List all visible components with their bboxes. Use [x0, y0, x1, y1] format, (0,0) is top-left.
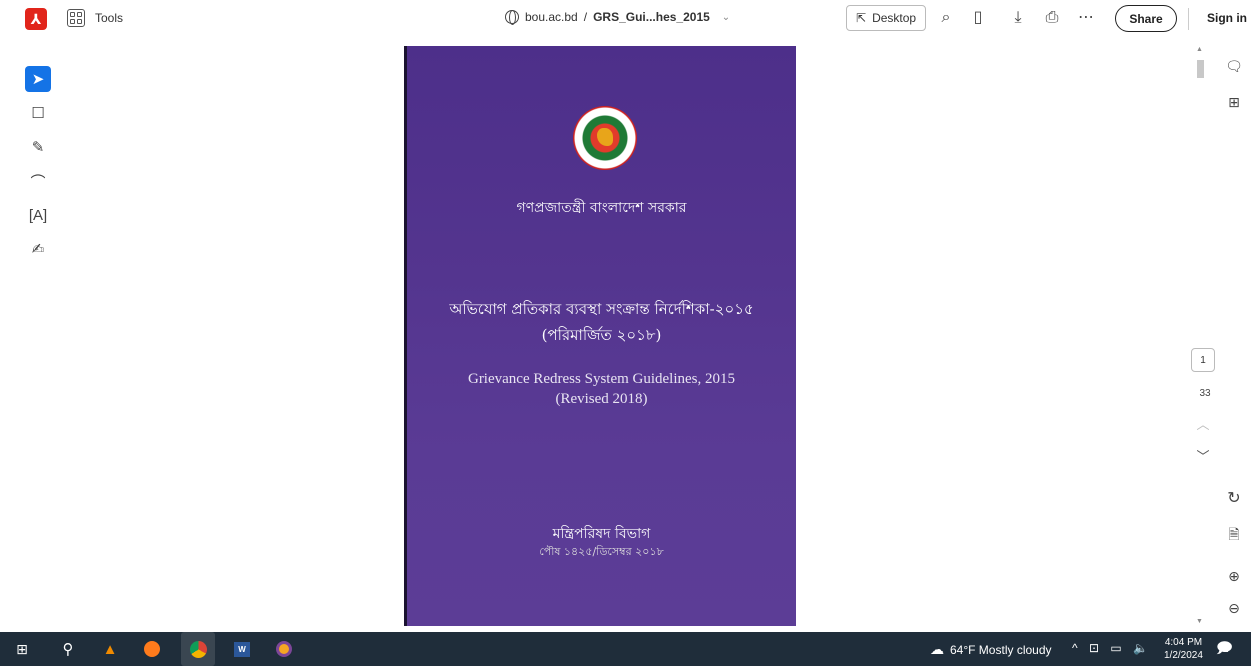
network-icon[interactable]: ⊡: [1089, 641, 1103, 655]
open-in-desktop-button[interactable]: ⇱ Desktop: [846, 5, 927, 31]
scroll-up-arrow-icon[interactable]: ▲: [1196, 46, 1203, 53]
comments-panel-icon[interactable]: 🗨: [1221, 58, 1247, 75]
acrobat-logo-icon[interactable]: ⅄: [25, 8, 47, 30]
scroll-down-arrow-icon[interactable]: ▼: [1196, 618, 1203, 625]
chevron-up-icon[interactable]: ^: [1072, 641, 1082, 655]
thumbnails-grid-icon[interactable]: ⊞: [1221, 94, 1247, 111]
highlight-pen-icon[interactable]: ✎: [25, 134, 51, 160]
zoom-out-icon[interactable]: ⊖: [1221, 600, 1247, 617]
sign-fill-icon[interactable]: ✍: [25, 236, 51, 262]
right-toolbar: 🗨 ⊞ ↻ 🗎 ⊕ ⊖: [1221, 54, 1251, 624]
previous-page-icon[interactable]: ︿: [1192, 414, 1214, 433]
text-box-icon[interactable]: [A]: [25, 202, 51, 228]
globe-icon: [505, 10, 519, 25]
bengali-government-heading: গণপ্রজাতন্ত্রী বাংলাদেশ সরকার: [516, 200, 687, 216]
search-icon[interactable]: ⚲: [58, 639, 78, 659]
breadcrumb: bou.ac.bd / GRS_Gui...hes_2015 ⌄: [505, 10, 730, 25]
english-title: Grievance Redress System Guidelines, 201…: [467, 371, 736, 387]
notification-center-icon[interactable]: 🗩 2: [1216, 638, 1233, 663]
breadcrumb-separator: /: [583, 10, 588, 24]
tor-browser-icon[interactable]: [274, 639, 294, 659]
search-icon[interactable]: ⌕: [936, 8, 956, 28]
firefox-icon[interactable]: [142, 639, 162, 659]
bengali-title: অভিযোগ প্রতিকার ব্যবস্থা সংক্রান্ত নির্দ…: [449, 300, 754, 318]
divider: [1188, 8, 1189, 30]
volume-icon[interactable]: 🔈: [1133, 641, 1152, 655]
download-icon[interactable]: ⤓: [1008, 8, 1028, 28]
share-button[interactable]: Share: [1115, 5, 1177, 32]
page-thumbnails-icon[interactable]: ▯: [968, 8, 988, 28]
vertical-scrollbar[interactable]: ▲ ▼: [1195, 42, 1205, 632]
weather-widget[interactable]: ☁ 64°F Mostly cloudy: [930, 641, 1052, 658]
windows-start-icon[interactable]: ⊞: [12, 639, 32, 659]
chevron-down-icon[interactable]: ⌄: [722, 12, 730, 23]
current-page-input[interactable]: 1: [1191, 348, 1215, 372]
chrome-icon[interactable]: [181, 632, 215, 666]
windows-taskbar: ⊞ ⚲ ▲ W ☁ 64°F Mostly cloudy ^ ⊡ ▭ 🔈 4:0…: [0, 632, 1251, 666]
next-page-icon[interactable]: ﹀: [1192, 446, 1214, 465]
government-seal-logo: [573, 106, 637, 170]
domain-label[interactable]: bou.ac.bd: [525, 10, 578, 24]
total-pages-label: 33: [1199, 388, 1211, 399]
system-tray[interactable]: ^ ⊡ ▭ 🔈: [1072, 641, 1152, 655]
tools-button[interactable]: Tools: [95, 11, 123, 25]
left-toolbar: ➤ ☐ ✎ ⌒ [A] ✍: [23, 62, 53, 272]
document-viewer: ➤ ☐ ✎ ⌒ [A] ✍ গণপ্রজাতন্ত্রী বাংলাদেশ সর…: [0, 42, 1251, 632]
sign-in-button[interactable]: Sign in: [1207, 11, 1247, 25]
notification-count: 2: [1224, 645, 1229, 654]
zoom-in-icon[interactable]: ⊕: [1221, 568, 1247, 585]
clock-date: 1/2/2024: [1164, 650, 1203, 661]
display-icon[interactable]: ▭: [1110, 641, 1125, 655]
draw-freehand-icon[interactable]: ⌒: [25, 168, 51, 194]
tools-grid-icon[interactable]: [67, 9, 85, 27]
print-icon[interactable]: ⎙: [1042, 8, 1062, 28]
app-header: ⅄ Tools bou.ac.bd / GRS_Gui...hes_2015 ⌄…: [0, 0, 1251, 42]
filename-label[interactable]: GRS_Gui...hes_2015: [593, 10, 710, 24]
select-cursor-icon[interactable]: ➤: [25, 66, 51, 92]
english-subtitle: (Revised 2018): [555, 391, 648, 407]
external-link-icon: ⇱: [856, 11, 867, 25]
word-icon[interactable]: W: [232, 639, 252, 659]
page-manage-icon[interactable]: 🗎: [1221, 524, 1247, 548]
rotate-icon[interactable]: ↻: [1221, 488, 1247, 508]
pdf-page[interactable]: গণপ্রজাতন্ত্রী বাংলাদেশ সরকার অভিযোগ প্র…: [404, 46, 796, 626]
add-comment-icon[interactable]: ☐: [25, 100, 51, 126]
more-options-icon[interactable]: ⋯: [1076, 8, 1096, 28]
weather-text: 64°F Mostly cloudy: [950, 642, 1052, 657]
system-clock[interactable]: 4:04 PM 1/2/2024: [1164, 636, 1203, 662]
bengali-date: পৌষ ১৪২৫/ডিসেম্বর ২০১৮: [539, 545, 664, 558]
bengali-subtitle: (পরিমার্জিত ২০১৮): [541, 326, 662, 344]
scrollbar-thumb[interactable]: [1197, 60, 1204, 78]
desktop-label: Desktop: [872, 11, 917, 25]
vlc-icon[interactable]: ▲: [100, 639, 120, 659]
clock-time: 4:04 PM: [1164, 637, 1203, 648]
cloudy-weather-icon: ☁: [930, 641, 944, 657]
